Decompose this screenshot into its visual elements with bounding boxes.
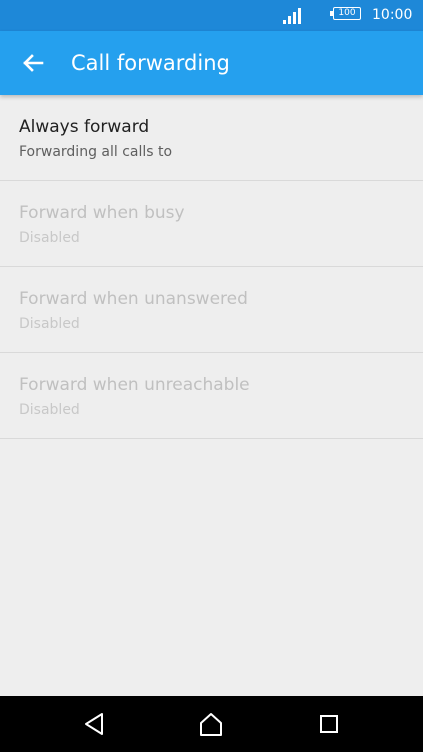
navigation-bar	[0, 696, 423, 752]
setting-title: Always forward	[19, 117, 150, 137]
setting-title: Forward when busy	[19, 203, 185, 223]
app-bar: Call forwarding	[0, 31, 423, 95]
status-bar: 100 10:00	[0, 0, 423, 31]
battery-level: 100	[333, 7, 361, 20]
setting-summary: Disabled	[19, 402, 80, 418]
arrow-left-icon	[23, 54, 44, 72]
setting-title: Forward when unanswered	[19, 289, 248, 309]
status-time: 10:00	[372, 7, 413, 23]
battery-icon: 100	[330, 7, 363, 22]
home-icon	[200, 713, 222, 736]
setting-summary: Disabled	[19, 230, 80, 246]
back-triangle-icon	[85, 713, 103, 735]
setting-summary: Forwarding all calls to	[19, 144, 173, 160]
setting-title: Forward when unreachable	[19, 375, 250, 395]
setting-forward-when-unreachable: Forward when unreachable Disabled	[0, 353, 423, 439]
nav-recents-button[interactable]	[315, 710, 343, 738]
setting-always-forward[interactable]: Always forward Forwarding all calls to	[0, 95, 423, 181]
page-title: Call forwarding	[71, 51, 230, 75]
nav-home-button[interactable]	[197, 710, 225, 738]
back-button[interactable]	[17, 47, 49, 79]
signal-icon	[283, 8, 301, 24]
recents-square-icon	[320, 715, 338, 733]
setting-forward-when-unanswered: Forward when unanswered Disabled	[0, 267, 423, 353]
nav-back-button[interactable]	[81, 710, 109, 738]
setting-summary: Disabled	[19, 316, 80, 332]
settings-list: Always forward Forwarding all calls to F…	[0, 95, 423, 439]
setting-forward-when-busy: Forward when busy Disabled	[0, 181, 423, 267]
